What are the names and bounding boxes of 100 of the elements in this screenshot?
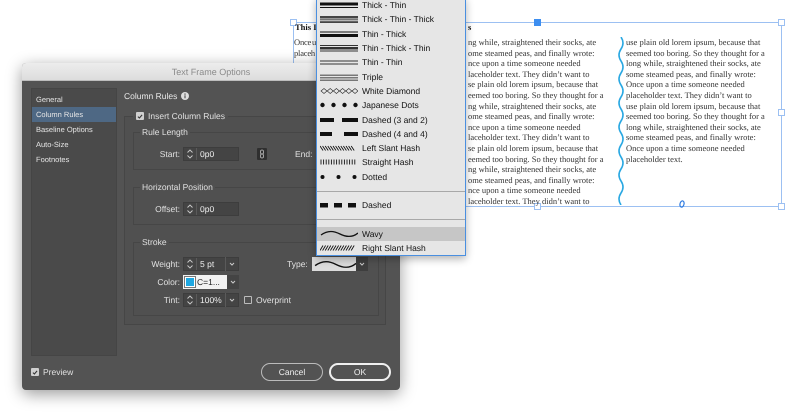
caret-icon[interactable] [356,257,368,271]
menu-item[interactable]: Japanese Dots [317,98,465,112]
line-style-icon [320,44,358,52]
stepper-icon[interactable] [184,258,197,270]
body-text-line: long while, straightened their socks, ate [626,58,762,69]
info-icon[interactable] [181,92,190,100]
checkbox-label: Insert Column Rules [148,111,226,121]
body-text-line: nce upon a time someone needed [468,122,582,132]
heading-text: s [468,22,472,32]
offset-field[interactable]: 0p0 [183,202,239,216]
checkbox[interactable] [136,112,144,120]
color-swatch [185,277,195,287]
menu-item[interactable]: Dashed (4 and 4) [317,126,465,141]
line-style-icon [320,86,358,95]
body-text-line: use plain old lorem ipsum, because that [626,100,762,112]
menu-item[interactable]: White Diamond [317,84,465,98]
line-style-icon [320,116,358,124]
body-text-line: long while, straightened their socks, ate [626,122,762,132]
menu-item[interactable]: Right Slant Hash [317,241,465,256]
section-title: Column Rules [124,91,178,101]
frame-handle[interactable] [290,19,297,26]
line-style-icon [320,101,358,110]
field-label: Weight: [150,259,180,269]
menu-item[interactable]: Dashed [317,198,465,212]
menu-item[interactable]: Thick - Thin - Thick [317,12,465,27]
menu-item[interactable]: Dashed (3 and 2) [317,112,465,127]
body-text-line: placeholder text. They didn’t want to [626,90,753,101]
ok-button[interactable]: OK [329,363,391,381]
group-title: Stroke [141,237,168,247]
body-text-line: ng while, straightened their socks, ate [468,37,598,48]
body-text-line: eemed too boring. So they thought for a [468,90,604,101]
menu-item[interactable]: Wavy [317,226,465,242]
line-style-icon [320,201,358,210]
menu-item[interactable]: Thin - Thick [317,26,465,41]
frame-handle[interactable] [778,203,785,210]
type-dropdown[interactable] [312,257,368,271]
checkbox-label: Preview [43,367,74,377]
body-text-line: laceholder text. They didn’t want to [468,132,590,143]
body-text-line: laceholder text. They didn’t want to [468,68,590,80]
line-style-icon [320,230,358,238]
stepper-icon[interactable] [184,203,197,215]
caret-icon[interactable] [227,275,239,289]
body-text-line: ome steamed peas, and finally wrote: [468,111,596,122]
field-label: Tint: [162,295,180,305]
checkbox[interactable] [31,368,39,376]
line-style-icon [320,130,358,138]
color-dropdown[interactable]: C=1... [183,275,239,289]
body-text-line: laceholder text. They didn’t want to [468,196,590,206]
body-text-line: Once u [294,37,316,48]
body-text-line: eemed too boring. So they thought for a [468,154,604,164]
wavy-line-icon [314,260,356,268]
checkbox-label: Overprint [256,295,291,305]
link-icon[interactable] [257,148,267,160]
body-text-line: nce upon a time someone needed [468,185,582,196]
frame-handle[interactable] [778,109,785,116]
body-text-line: ome steamed peas, and finally wrote: [468,48,596,58]
line-style-icon [320,1,358,10]
field-label: Type: [287,259,308,269]
menu-item[interactable]: Straight Hash [317,155,465,170]
line-style-icon [320,72,358,81]
line-style-icon [320,30,358,38]
stepper-icon[interactable] [184,294,197,306]
body-text-line: ome steamed peas, and finally wrote: [468,174,596,186]
body-text-line: some steamed peas, and finally wrote: [626,68,757,80]
frame-handle[interactable] [534,19,541,26]
line-style-icon [320,158,358,166]
menu-item[interactable]: Thick - Thin [317,0,465,12]
body-text-line: seemed too boring. So they thought for a [626,111,765,122]
menu-item[interactable]: Dotted [317,170,465,184]
group-title: Rule Length [141,127,189,137]
body-text-line: ng while, straightened their socks, ate [468,100,598,112]
tint-field[interactable]: 100% [183,293,239,307]
stepper-icon[interactable] [184,148,197,160]
menu-item[interactable]: Triple [317,69,465,84]
field-label: Offset: [154,204,180,214]
checkbox[interactable] [244,296,252,304]
field-label: Color: [156,277,180,287]
cancel-button[interactable]: Cancel [261,363,323,381]
body-text-line: ng while, straightened their socks, ate [468,164,598,175]
body-text-line: se plain old lorem ipsum, because that [468,142,600,154]
menu-item[interactable]: Left Slant Hash [317,140,465,156]
heading-text: This I [295,22,316,32]
menu-item[interactable]: Thin - Thick - Thin [317,40,465,56]
group-title: Horizontal Position [141,182,214,192]
body-text-line: se plain old lorem ipsum, because that [468,79,600,90]
line-style-icon [320,58,358,66]
body-text-line: some steamed peas, and finally wrote: [626,132,757,143]
body-text-line: placeholder text. [626,154,684,164]
frame-port-icon[interactable] [679,200,685,208]
menu-item[interactable]: Thin - Thin [317,55,465,70]
line-style-icon [320,172,358,181]
body-text-line: Once upon a time someone needed [626,79,746,90]
field-label: Start: [158,149,180,159]
body-text-line: placeh [294,48,316,58]
body-text-line: seemed too boring. So they thought for a [626,48,765,58]
start-field[interactable]: 0p0 [183,147,239,161]
weight-field[interactable]: 5 pt [183,257,239,271]
frame-handle[interactable] [778,19,785,26]
window-title: Text Frame Options [172,66,250,76]
body-text-line: nce upon a time someone needed [468,58,582,69]
